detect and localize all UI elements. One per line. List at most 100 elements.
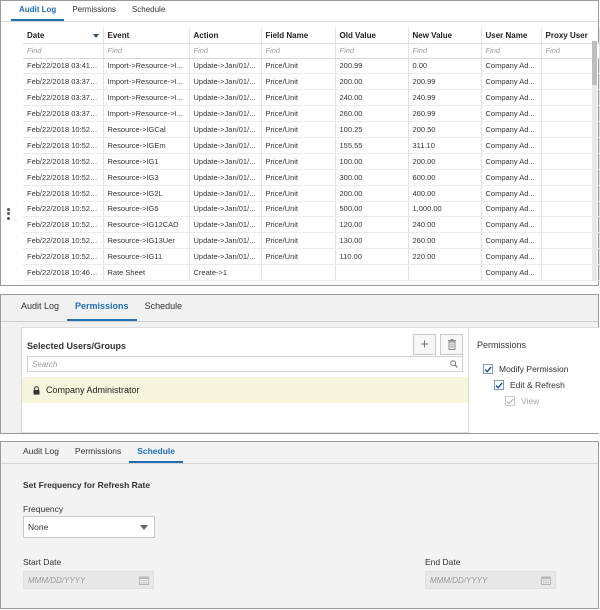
audit-grid: Date Event Action Field Name Old Value N…	[23, 28, 600, 281]
filter-new-value[interactable]: Find	[408, 43, 482, 59]
filter-field-name[interactable]: Find	[261, 43, 336, 59]
user-list-item[interactable]: Company Administrator	[22, 377, 468, 403]
filter-date[interactable]: Find	[23, 43, 104, 59]
column-header-user-name[interactable]: User Name	[481, 28, 542, 44]
table-row[interactable]: Feb/22/2018 10:52 AM Resource->IG5 Update-…	[23, 201, 600, 218]
sort-descending-icon[interactable]	[92, 34, 99, 38]
cell-action: Update->Jan/01/...	[189, 153, 262, 170]
filter-action[interactable]: Find	[189, 43, 262, 59]
search-icon[interactable]	[450, 360, 458, 368]
audit-tabs: Audit Log Permissions Schedule	[1, 1, 598, 22]
cell-new-value: 200.99	[408, 73, 482, 91]
cell-new-value: 200.00	[408, 153, 482, 170]
user-search-field[interactable]	[27, 356, 463, 372]
permissions-box: Permissions Modify Permission Edit & Ref…	[469, 327, 599, 433]
cell-old-value: 200.00	[335, 73, 409, 91]
column-header-proxy-user[interactable]: Proxy User	[541, 28, 600, 44]
schedule-tabs: Audit Log Permissions Schedule	[1, 442, 598, 464]
cell-field-name: Price/Unit	[261, 121, 336, 138]
add-user-button[interactable]: +	[413, 334, 436, 355]
table-row[interactable]: Feb/22/2018 10:52 AM Resource->IG3 Update-…	[23, 169, 600, 186]
table-row[interactable]: Feb/22/2018 10:46 AM Rate Sheet Create->1 C…	[23, 264, 600, 281]
cell-user-name: Company Ad...	[481, 216, 542, 234]
end-date-field[interactable]	[425, 571, 556, 589]
tab-permissions[interactable]: Permissions	[67, 441, 129, 463]
cell-new-value: 1,000.00	[408, 201, 482, 218]
end-date-input[interactable]	[426, 572, 536, 588]
cell-date: Feb/22/2018 10:52 AM	[23, 232, 104, 250]
cell-event: Resource->IG3	[103, 169, 190, 186]
cell-event: Resource->IG2L	[103, 185, 190, 202]
view-checkbox	[505, 396, 515, 406]
vertical-ellipsis-icon[interactable]	[7, 206, 13, 221]
cell-field-name: Price/Unit	[261, 185, 336, 202]
cell-old-value: 155.55	[335, 137, 409, 154]
modify-permission-checkbox[interactable]	[483, 364, 493, 374]
cell-field-name	[261, 264, 336, 281]
tab-audit-log[interactable]: Audit Log	[13, 294, 67, 321]
start-date-field[interactable]	[23, 571, 154, 589]
table-row[interactable]: Feb/22/2018 10:52 AM Resource->IGEm Update…	[23, 137, 600, 154]
table-row[interactable]: Feb/22/2018 10:52 AM Resource->IG2L Update…	[23, 185, 600, 202]
tab-audit-log[interactable]: Audit Log	[15, 441, 67, 463]
table-row[interactable]: Feb/22/2018 10:52 AM Resource->IG13Uer Upd…	[23, 232, 600, 250]
cell-proxy-user	[541, 216, 600, 234]
filter-user-name[interactable]: Find	[481, 43, 542, 59]
scrollbar-thumb[interactable]	[592, 41, 597, 85]
vertical-scrollbar[interactable]	[592, 41, 597, 281]
tab-schedule[interactable]: Schedule	[124, 0, 173, 21]
table-row[interactable]: Feb/22/2018 10:52 AM Resource->IG1 Update-…	[23, 153, 600, 170]
calendar-icon[interactable]	[139, 576, 149, 585]
start-date-input[interactable]	[24, 572, 134, 588]
cell-action: Update->Jan/01/...	[189, 105, 262, 123]
cell-date: Feb/22/2018 10:52 AM	[23, 121, 104, 138]
tab-audit-log[interactable]: Audit Log	[11, 0, 65, 21]
column-header-date[interactable]: Date	[23, 28, 104, 44]
cell-proxy-user	[541, 73, 600, 91]
tab-permissions[interactable]: Permissions	[64, 0, 124, 21]
edit-refresh-checkbox[interactable]	[494, 380, 504, 390]
table-row[interactable]: Feb/22/2018 03:37 PM Import->Resource->I.…	[23, 73, 600, 91]
column-header-action[interactable]: Action	[189, 28, 262, 44]
tab-permissions[interactable]: Permissions	[67, 294, 137, 321]
table-row[interactable]: Feb/22/2018 10:52 AM Resource->IGCal Updat…	[23, 121, 600, 138]
cell-proxy-user	[541, 121, 600, 138]
cell-proxy-user	[541, 169, 600, 186]
cell-field-name: Price/Unit	[261, 201, 336, 218]
table-row[interactable]: Feb/22/2018 03:37 PM Import->Resource->I.…	[23, 89, 600, 107]
user-search-input[interactable]	[28, 357, 438, 371]
cell-old-value: 300.00	[335, 169, 409, 186]
cell-action: Update->Jan/01/...	[189, 58, 262, 75]
table-row[interactable]: Feb/22/2018 10:52 AM Resource->IG11 Update…	[23, 248, 600, 266]
cell-user-name: Company Ad...	[481, 58, 542, 75]
column-header-event[interactable]: Event	[103, 28, 190, 44]
cell-user-name: Company Ad...	[481, 105, 542, 123]
cell-old-value: 500.00	[335, 201, 409, 218]
user-name-label: Company Administrator	[46, 385, 140, 395]
cell-field-name: Price/Unit	[261, 58, 336, 75]
filter-old-value[interactable]: Find	[335, 43, 409, 59]
cell-date: Feb/22/2018 10:52 AM	[23, 137, 104, 154]
filter-proxy-user[interactable]: Find	[541, 43, 600, 59]
trash-icon	[447, 339, 456, 350]
table-row[interactable]: Feb/22/2018 10:52 AM Resource->IG12CAD Upd…	[23, 216, 600, 234]
table-row[interactable]: Feb/22/2018 03:41 PM Import->Resource->I.…	[23, 58, 600, 75]
table-row[interactable]: Feb/22/2018 03:37 PM Import->Resource->I.…	[23, 105, 600, 123]
permissions-tabs: Audit Log Permissions Schedule	[1, 295, 598, 322]
column-header-field-name[interactable]: Field Name	[261, 28, 336, 44]
cell-proxy-user	[541, 89, 600, 107]
calendar-icon[interactable]	[541, 576, 551, 585]
frequency-select[interactable]: None	[23, 516, 155, 538]
cell-old-value: 240.00	[335, 89, 409, 107]
filter-event[interactable]: Find	[103, 43, 190, 59]
column-header-new-value[interactable]: New Value	[408, 28, 482, 44]
cell-action: Update->Jan/01/...	[189, 73, 262, 91]
cell-date: Feb/22/2018 10:52 AM	[23, 169, 104, 186]
cell-proxy-user	[541, 153, 600, 170]
delete-user-button[interactable]	[440, 334, 463, 355]
column-header-old-value[interactable]: Old Value	[335, 28, 409, 44]
cell-old-value: 260.00	[335, 105, 409, 123]
tab-schedule[interactable]: Schedule	[137, 294, 191, 321]
tab-schedule[interactable]: Schedule	[129, 441, 183, 463]
cell-field-name: Price/Unit	[261, 105, 336, 123]
